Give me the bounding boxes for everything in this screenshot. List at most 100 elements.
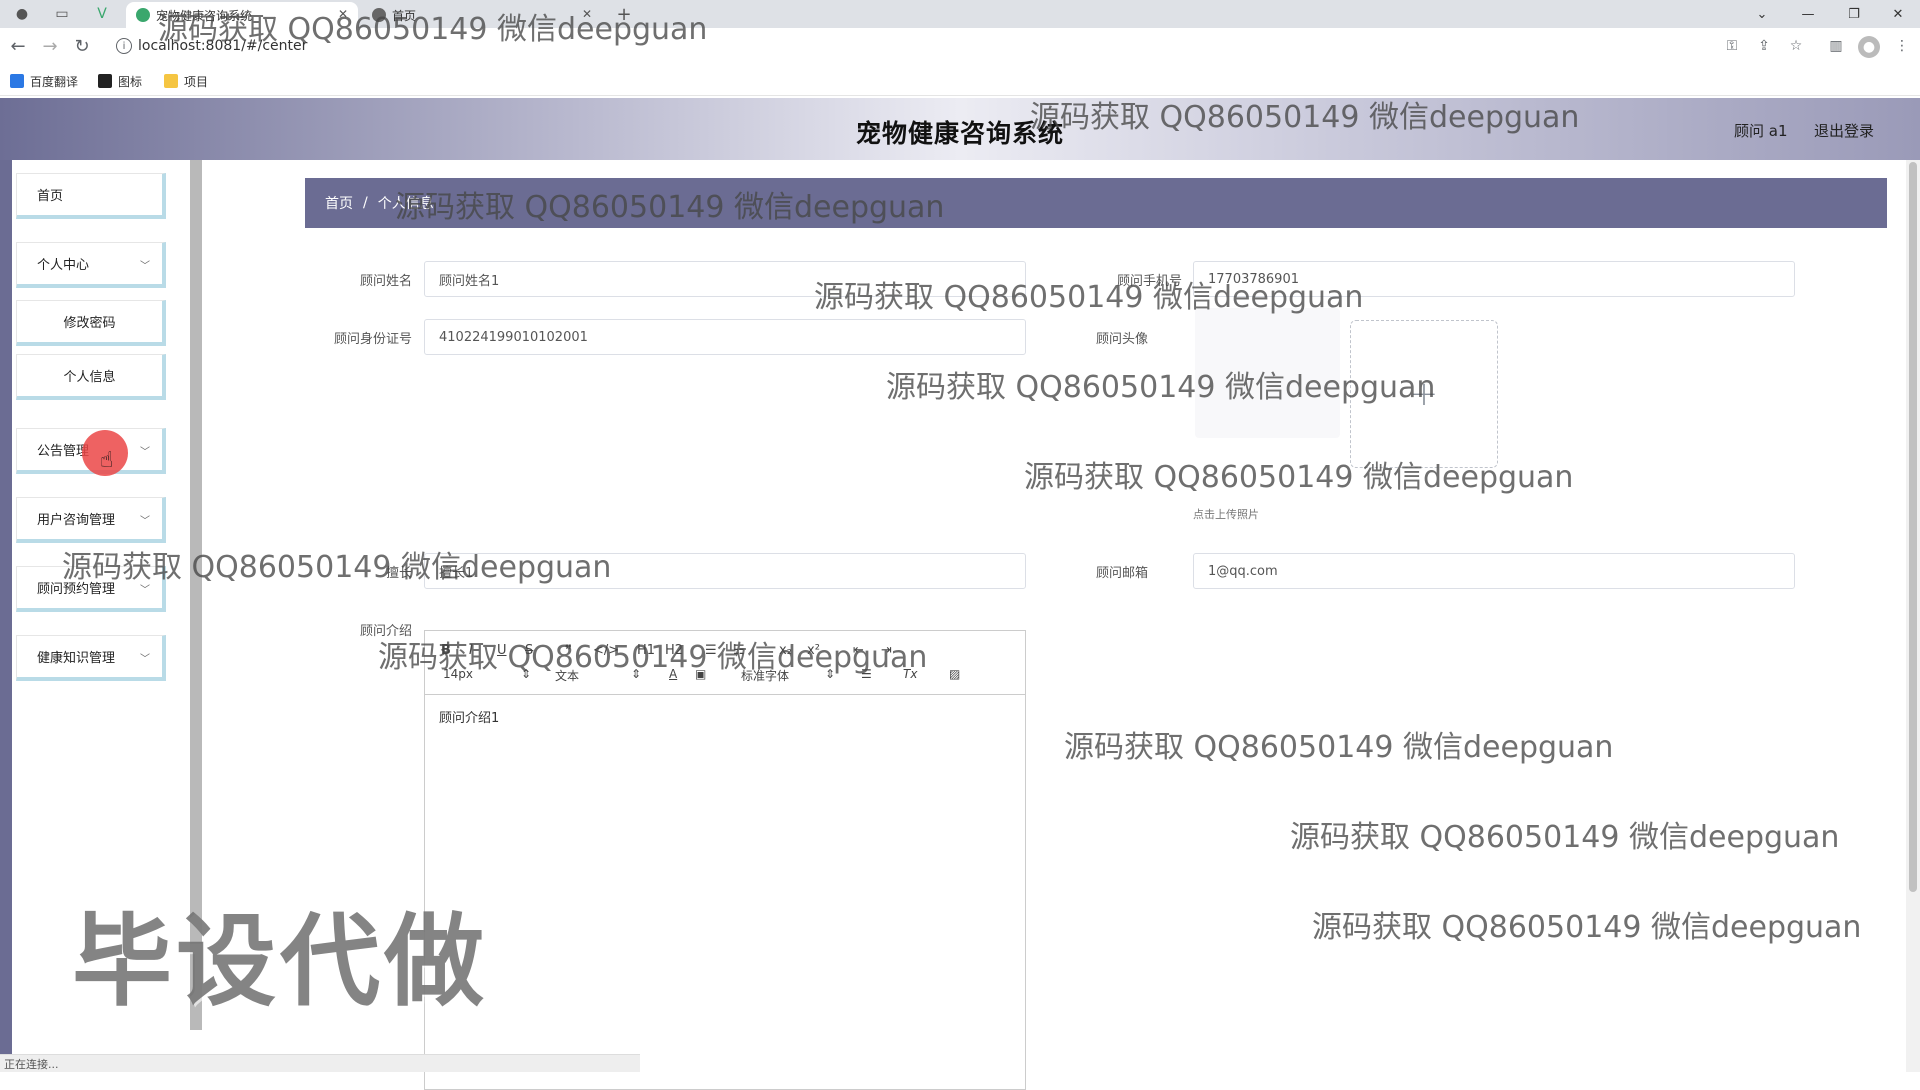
phone-value: 17703786901 bbox=[1208, 271, 1299, 287]
close-tab-icon[interactable]: ✕ bbox=[338, 7, 348, 21]
sidebar-item-knowledge-mgmt[interactable]: 健康知识管理 ﹀ bbox=[16, 635, 166, 681]
avatar-upload-button[interactable]: + bbox=[1350, 320, 1498, 468]
sidebar-item-personal-center[interactable]: 个人中心 ﹀ bbox=[16, 242, 166, 288]
restore-icon[interactable]: ❐ bbox=[1832, 0, 1876, 28]
code-block-button[interactable]: </> bbox=[593, 643, 619, 658]
globe-icon bbox=[372, 8, 386, 22]
logout-link[interactable]: 退出登录 bbox=[1814, 120, 1874, 141]
superscript-button[interactable]: x² bbox=[807, 643, 820, 658]
blockquote-button[interactable]: ❞ bbox=[565, 643, 572, 658]
status-text: 正在连接... bbox=[4, 1057, 59, 1071]
breadcrumb: 首页 / 个人信息 bbox=[305, 178, 1887, 228]
menu-dots-icon[interactable]: ⋮ bbox=[1892, 36, 1912, 56]
reload-icon[interactable]: ↻ bbox=[70, 34, 94, 58]
image-icon bbox=[98, 74, 112, 88]
sidebar-item-personal-info[interactable]: 个人信息 bbox=[16, 354, 166, 400]
sidebar-item-label: 个人中心 bbox=[37, 258, 90, 273]
sidebar-item-label: 用户咨询管理 bbox=[37, 513, 116, 528]
breadcrumb-home[interactable]: 首页 bbox=[325, 193, 353, 213]
editor-content[interactable]: 顾问介绍1 bbox=[439, 707, 499, 726]
close-window-icon[interactable]: ✕ bbox=[1876, 0, 1920, 28]
breadcrumb-current: 个人信息 bbox=[377, 196, 434, 212]
bookmark-baidu-translate[interactable]: 百度翻译 bbox=[10, 72, 78, 90]
h2-button[interactable]: H2 bbox=[665, 643, 683, 658]
address-bar: ← → ↻ i localhost:8081/#/center ⚿ ⇪ ☆ ▥ … bbox=[0, 28, 1920, 64]
subscript-button[interactable]: x₂ bbox=[779, 643, 792, 658]
sidebar-item-home[interactable]: 首页 bbox=[16, 173, 166, 219]
name-label: 顾问姓名 bbox=[359, 274, 412, 289]
h1-button[interactable]: H1 bbox=[637, 643, 655, 658]
phone-field[interactable]: 17703786901 bbox=[1193, 261, 1795, 297]
chevron-down-icon: ﹀ bbox=[140, 585, 150, 596]
font-family-select[interactable]: 标准字体 bbox=[741, 667, 789, 684]
tab-second[interactable]: 首页 ✕ bbox=[362, 2, 602, 28]
sidebar: 首页 个人中心 ﹀ 修改密码 个人信息 公告管理 ﹀ 用户咨询管理 ﹀ 顾问预约… bbox=[12, 160, 192, 1072]
github-icon[interactable]: ● bbox=[8, 4, 36, 24]
folder-icon bbox=[164, 74, 178, 88]
site-info-icon[interactable]: i bbox=[116, 38, 132, 54]
share-icon[interactable]: ⇪ bbox=[1754, 36, 1774, 56]
sidebar-item-change-password[interactable]: 修改密码 bbox=[16, 300, 166, 346]
name-field[interactable]: 顾问姓名1 bbox=[424, 261, 1026, 297]
bookmark-project[interactable]: 项目 bbox=[164, 72, 208, 90]
select-arrows-icon: ⇕ bbox=[521, 667, 532, 681]
ordered-list-button[interactable]: ☰ bbox=[705, 643, 717, 658]
chevron-down-icon: ﹀ bbox=[140, 654, 150, 665]
strike-button[interactable]: S bbox=[525, 643, 533, 658]
background-color-icon[interactable]: ▣ bbox=[695, 667, 706, 681]
browser-tab-bar: ● ▭ V 宠物健康咨询系统 ✕ 首页 ✕ + ⌄ — ❐ ✕ bbox=[0, 0, 1920, 28]
tab-search-icon[interactable]: ⌄ bbox=[1740, 0, 1784, 28]
italic-button[interactable]: I bbox=[469, 643, 473, 658]
idcard-label: 顾问身份证号 bbox=[333, 332, 412, 347]
tab-active[interactable]: 宠物健康咨询系统 ✕ bbox=[126, 2, 358, 28]
chevron-down-icon: ﹀ bbox=[140, 447, 150, 458]
blank-tab-icon[interactable]: ▭ bbox=[48, 4, 76, 24]
bullet-list-button[interactable]: ☷ bbox=[733, 643, 745, 658]
plus-icon: + bbox=[1409, 374, 1439, 414]
translate-icon bbox=[10, 74, 24, 88]
idcard-field[interactable]: 410224199010102001 bbox=[424, 319, 1026, 355]
key-icon[interactable]: ⚿ bbox=[1722, 36, 1742, 56]
outdent-button[interactable]: ⇤ bbox=[853, 643, 864, 658]
bold-button[interactable]: B bbox=[441, 643, 451, 658]
side-panel-icon[interactable]: ▥ bbox=[1826, 36, 1846, 56]
chevron-down-icon: ﹀ bbox=[140, 516, 150, 527]
idcard-value: 410224199010102001 bbox=[439, 329, 588, 345]
minimize-icon[interactable]: — bbox=[1786, 0, 1830, 28]
bookmarks-bar: 百度翻译 图标 项目 bbox=[0, 64, 1920, 96]
sidebar-item-consult-mgmt[interactable]: 用户咨询管理 ﹀ bbox=[16, 497, 166, 543]
select-arrows-icon: ⇕ bbox=[631, 667, 642, 681]
close-tab-icon[interactable]: ✕ bbox=[582, 7, 592, 21]
new-tab-icon[interactable]: + bbox=[610, 4, 638, 25]
vue-favicon-icon bbox=[136, 8, 150, 22]
sidebar-item-label: 修改密码 bbox=[63, 316, 116, 331]
underline-button[interactable]: U bbox=[497, 643, 507, 658]
app-title: 宠物健康咨询系统 bbox=[855, 119, 1064, 148]
indent-button[interactable]: ⇥ bbox=[881, 643, 892, 658]
bookmark-label: 图标 bbox=[118, 74, 143, 89]
align-icon[interactable]: ☰ bbox=[861, 667, 872, 681]
url-text: localhost:8081/#/center bbox=[138, 38, 308, 54]
page-scrollbar-thumb[interactable] bbox=[1909, 162, 1917, 892]
sidebar-item-appointment-mgmt[interactable]: 顾问预约管理 ﹀ bbox=[16, 566, 166, 612]
bookmark-icons[interactable]: 图标 bbox=[98, 72, 142, 90]
chevron-down-icon: ﹀ bbox=[140, 261, 150, 272]
bookmark-label: 百度翻译 bbox=[30, 74, 79, 89]
back-icon[interactable]: ← bbox=[6, 34, 30, 58]
text-color-icon[interactable]: A bbox=[669, 667, 677, 681]
forward-icon[interactable]: → bbox=[38, 34, 62, 58]
email-field[interactable]: 1@qq.com bbox=[1193, 553, 1795, 589]
email-label: 顾问邮箱 bbox=[1095, 566, 1148, 581]
font-size-select[interactable]: 14px bbox=[443, 667, 473, 681]
name-value: 顾问姓名1 bbox=[439, 273, 500, 289]
specialty-field[interactable]: 擅长1 bbox=[424, 553, 1026, 589]
star-icon[interactable]: ☆ bbox=[1786, 36, 1806, 56]
sidebar-scrollbar[interactable] bbox=[190, 160, 202, 1030]
clear-format-icon[interactable]: Tx bbox=[903, 667, 917, 681]
image-insert-icon[interactable]: ▨ bbox=[949, 667, 960, 681]
profile-icon[interactable]: ● bbox=[1858, 36, 1880, 58]
sidebar-item-label: 首页 bbox=[37, 189, 64, 204]
vue-icon[interactable]: V bbox=[88, 4, 116, 24]
url-field[interactable]: i localhost:8081/#/center bbox=[108, 32, 1708, 60]
header-select[interactable]: 文本 bbox=[555, 667, 579, 684]
